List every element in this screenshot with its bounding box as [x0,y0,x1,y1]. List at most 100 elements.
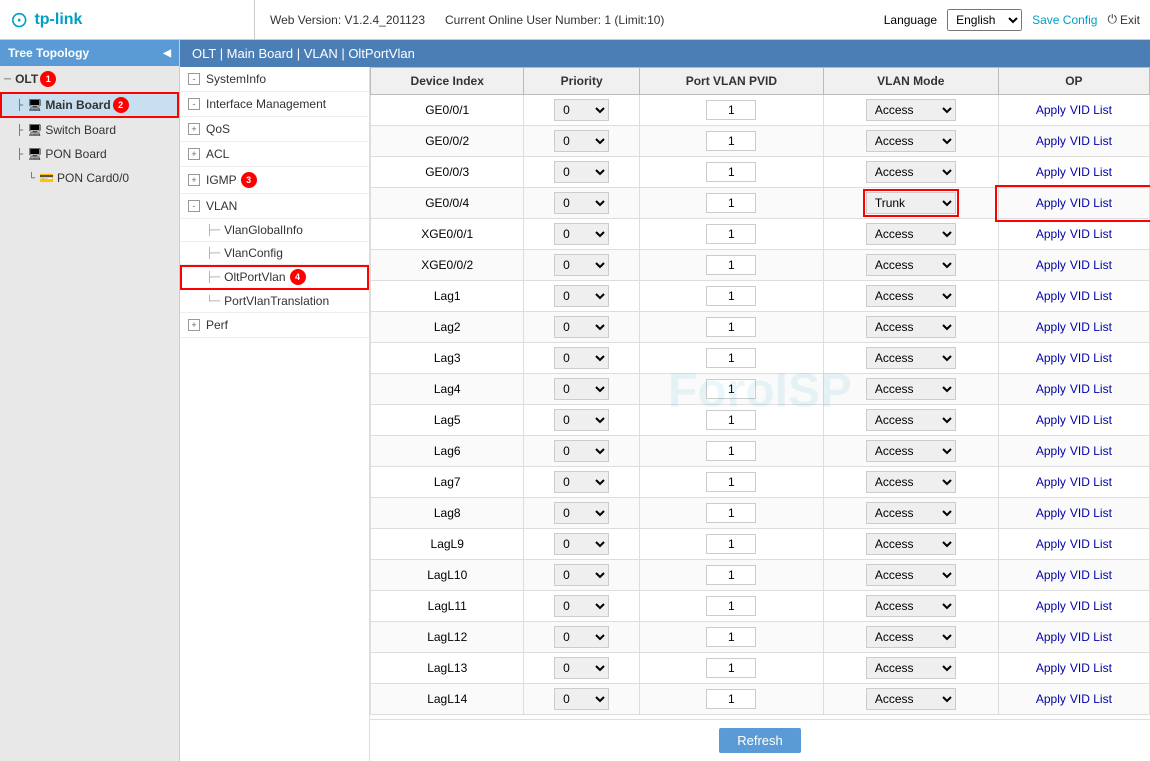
priority-select-13[interactable]: 01234567 [554,502,609,524]
pvid-input-8[interactable] [706,348,756,368]
apply-link-18[interactable]: Apply [1036,661,1066,675]
priority-select-11[interactable]: 01234567 [554,440,609,462]
priority-select-10[interactable]: 01234567 [554,409,609,431]
pvid-input-6[interactable] [706,286,756,306]
priority-select-19[interactable]: 01234567 [554,688,609,710]
mode-select-6[interactable]: AccessTrunkHybrid [866,285,956,307]
mode-select-4[interactable]: AccessTrunkHybrid [866,223,956,245]
nav-qos[interactable]: + QoS [180,117,369,142]
pvid-input-1[interactable] [706,131,756,151]
vid-list-link-12[interactable]: VID List [1070,475,1112,489]
apply-link-10[interactable]: Apply [1036,413,1066,427]
mode-select-13[interactable]: AccessTrunkHybrid [866,502,956,524]
pvid-input-16[interactable] [706,596,756,616]
apply-link-19[interactable]: Apply [1036,692,1066,706]
mode-select-8[interactable]: AccessTrunkHybrid [866,347,956,369]
pvid-input-13[interactable] [706,503,756,523]
pvid-input-10[interactable] [706,410,756,430]
priority-select-2[interactable]: 01234567 [554,161,609,183]
apply-link-2[interactable]: Apply [1036,165,1066,179]
nav-systeminfo[interactable]: - SystemInfo [180,67,369,92]
vid-list-link-5[interactable]: VID List [1070,258,1112,272]
priority-select-1[interactable]: 01234567 [554,130,609,152]
sidebar-item-switch-board[interactable]: ├ 🖥 Switch Board [0,118,179,142]
mode-select-5[interactable]: AccessTrunkHybrid [866,254,956,276]
mode-select-7[interactable]: AccessTrunkHybrid [866,316,956,338]
mode-select-9[interactable]: AccessTrunkHybrid [866,378,956,400]
language-select[interactable]: English Chinese [947,9,1022,31]
priority-select-6[interactable]: 01234567 [554,285,609,307]
vid-list-link-16[interactable]: VID List [1070,599,1112,613]
mode-select-1[interactable]: AccessTrunkHybrid [866,130,956,152]
vid-list-link-8[interactable]: VID List [1070,351,1112,365]
mode-select-18[interactable]: AccessTrunkHybrid [866,657,956,679]
sidebar-item-olt[interactable]: ─ OLT 1 [0,66,179,92]
mode-select-3[interactable]: AccessTrunkHybrid [866,192,956,214]
vid-list-link-1[interactable]: VID List [1070,134,1112,148]
priority-select-7[interactable]: 01234567 [554,316,609,338]
refresh-button[interactable]: Refresh [719,728,801,753]
pvid-input-9[interactable] [706,379,756,399]
exit-button[interactable]: ⏻ Exit [1107,12,1140,27]
apply-link-6[interactable]: Apply [1036,289,1066,303]
nav-vlan[interactable]: - VLAN [180,194,369,219]
apply-link-16[interactable]: Apply [1036,599,1066,613]
mode-select-15[interactable]: AccessTrunkHybrid [866,564,956,586]
apply-link-12[interactable]: Apply [1036,475,1066,489]
apply-link-3[interactable]: Apply [1036,196,1066,210]
priority-select-16[interactable]: 01234567 [554,595,609,617]
pvid-input-17[interactable] [706,627,756,647]
pvid-input-11[interactable] [706,441,756,461]
vid-list-link-9[interactable]: VID List [1070,382,1112,396]
pvid-input-14[interactable] [706,534,756,554]
nav-interface-management[interactable]: - Interface Management [180,92,369,117]
priority-select-5[interactable]: 01234567 [554,254,609,276]
nav-igmp[interactable]: + IGMP 3 [180,167,369,194]
apply-link-8[interactable]: Apply [1036,351,1066,365]
vid-list-link-19[interactable]: VID List [1070,692,1112,706]
priority-select-17[interactable]: 01234567 [554,626,609,648]
mode-select-0[interactable]: AccessTrunkHybrid [866,99,956,121]
pvid-input-19[interactable] [706,689,756,709]
nav-port-vlan-translation[interactable]: PortVlanTranslation [180,290,369,313]
apply-link-1[interactable]: Apply [1036,134,1066,148]
apply-link-17[interactable]: Apply [1036,630,1066,644]
mode-select-2[interactable]: AccessTrunkHybrid [866,161,956,183]
pvid-input-2[interactable] [706,162,756,182]
pvid-input-0[interactable] [706,100,756,120]
nav-acl[interactable]: + ACL [180,142,369,167]
mode-select-12[interactable]: AccessTrunkHybrid [866,471,956,493]
sidebar-item-pon-board[interactable]: ├ 🖥 PON Board [0,142,179,166]
apply-link-13[interactable]: Apply [1036,506,1066,520]
pvid-input-5[interactable] [706,255,756,275]
apply-link-15[interactable]: Apply [1036,568,1066,582]
nav-vlan-config[interactable]: VlanConfig [180,242,369,265]
pvid-input-3[interactable] [706,193,756,213]
vid-list-link-10[interactable]: VID List [1070,413,1112,427]
vid-list-link-13[interactable]: VID List [1070,506,1112,520]
vid-list-link-11[interactable]: VID List [1070,444,1112,458]
vid-list-link-0[interactable]: VID List [1070,103,1112,117]
vid-list-link-4[interactable]: VID List [1070,227,1112,241]
priority-select-4[interactable]: 01234567 [554,223,609,245]
apply-link-9[interactable]: Apply [1036,382,1066,396]
priority-select-3[interactable]: 01234567 [554,192,609,214]
sidebar-item-pon-card[interactable]: └ 💳 PON Card0/0 [0,166,179,190]
nav-vlan-global-info[interactable]: VlanGlobalInfo [180,219,369,242]
pvid-input-15[interactable] [706,565,756,585]
pvid-input-12[interactable] [706,472,756,492]
mode-select-14[interactable]: AccessTrunkHybrid [866,533,956,555]
vid-list-link-3[interactable]: VID List [1070,196,1112,210]
priority-select-18[interactable]: 01234567 [554,657,609,679]
vid-list-link-17[interactable]: VID List [1070,630,1112,644]
priority-select-0[interactable]: 01234567 [554,99,609,121]
priority-select-12[interactable]: 01234567 [554,471,609,493]
apply-link-7[interactable]: Apply [1036,320,1066,334]
priority-select-15[interactable]: 01234567 [554,564,609,586]
nav-perf[interactable]: + Perf [180,313,369,338]
apply-link-4[interactable]: Apply [1036,227,1066,241]
pvid-input-7[interactable] [706,317,756,337]
mode-select-16[interactable]: AccessTrunkHybrid [866,595,956,617]
apply-link-5[interactable]: Apply [1036,258,1066,272]
pvid-input-18[interactable] [706,658,756,678]
